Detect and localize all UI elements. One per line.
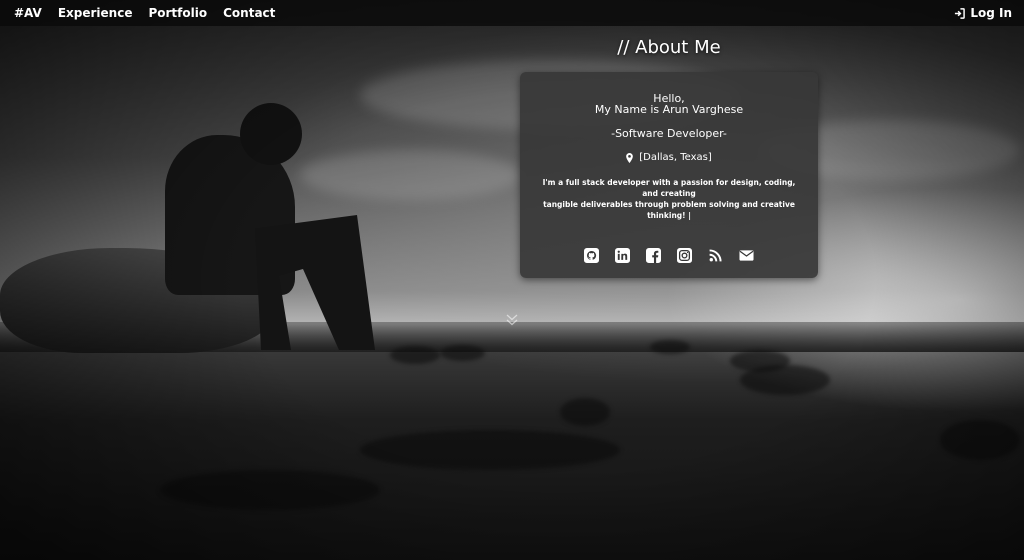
facebook-icon[interactable]	[646, 248, 661, 263]
nav-link-portfolio[interactable]: Portfolio	[148, 6, 207, 20]
github-icon[interactable]	[584, 248, 599, 263]
pebble	[390, 346, 440, 364]
login-label: Log In	[970, 6, 1012, 20]
pebble	[440, 345, 485, 361]
location: [Dallas, Texas]	[520, 152, 818, 163]
bio-line-1: I'm a full stack developer with a passio…	[542, 178, 796, 198]
top-navbar: #AV Experience Portfolio Contact Log In	[0, 0, 1024, 26]
background-photo	[0, 0, 1024, 560]
map-marker-icon	[626, 152, 634, 163]
footprint-track	[360, 430, 620, 470]
instagram-icon[interactable]	[677, 248, 692, 263]
bio-line-2: tangible deliverables through problem so…	[543, 200, 795, 220]
nav-link-experience[interactable]: Experience	[58, 6, 133, 20]
name-line: My Name is Arun Varghese	[594, 103, 744, 116]
pebble	[740, 365, 830, 395]
about-card: Hello, My Name is Arun Varghese -Softwar…	[520, 72, 818, 278]
pebble	[940, 420, 1020, 460]
social-links	[520, 248, 818, 263]
pebble	[650, 340, 690, 354]
footprint-track	[160, 470, 380, 510]
cloud	[300, 150, 520, 200]
scroll-down-chevron-icon[interactable]	[504, 312, 520, 328]
person-head	[240, 103, 302, 165]
bio-text: I'm a full stack developer with a passio…	[534, 177, 804, 221]
email-icon[interactable]	[739, 248, 754, 263]
role-text: -Software Developer-	[611, 127, 727, 140]
location-text: [Dallas, Texas]	[639, 152, 712, 163]
brand-logo[interactable]: #AV	[14, 6, 42, 20]
rss-icon[interactable]	[708, 248, 723, 263]
sign-in-icon	[955, 7, 966, 19]
login-button[interactable]: Log In	[954, 6, 1012, 20]
pebble	[560, 398, 610, 426]
about-title: // About Me	[617, 37, 721, 58]
linkedin-icon[interactable]	[615, 248, 630, 263]
nav-link-contact[interactable]: Contact	[223, 6, 275, 20]
